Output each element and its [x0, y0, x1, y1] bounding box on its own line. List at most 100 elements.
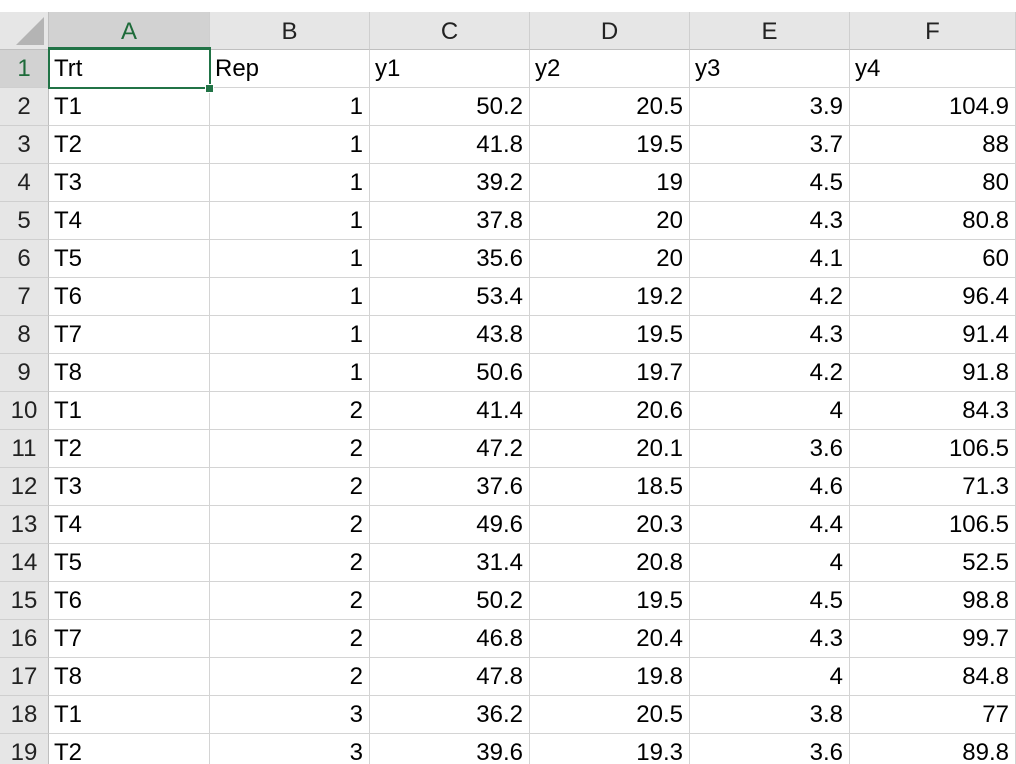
row-header[interactable]: 9 — [0, 354, 49, 392]
cell-e18[interactable]: 3.8 — [690, 696, 850, 734]
cell-d11[interactable]: 20.1 — [530, 430, 690, 468]
row-header[interactable]: 14 — [0, 544, 49, 582]
cell-a15[interactable]: T6 — [49, 582, 210, 620]
cell-c16[interactable]: 46.8 — [370, 620, 530, 658]
cell-b9[interactable]: 1 — [210, 354, 370, 392]
cell-f8[interactable]: 91.4 — [850, 316, 1016, 354]
row-header[interactable]: 7 — [0, 278, 49, 316]
cell-a10[interactable]: T1 — [49, 392, 210, 430]
cell-e8[interactable]: 4.3 — [690, 316, 850, 354]
column-header-d[interactable]: D — [530, 12, 690, 50]
cell-a5[interactable]: T4 — [49, 202, 210, 240]
cell-f3[interactable]: 88 — [850, 126, 1016, 164]
cell-b13[interactable]: 2 — [210, 506, 370, 544]
row-header[interactable]: 8 — [0, 316, 49, 354]
cell-b12[interactable]: 2 — [210, 468, 370, 506]
cell-d8[interactable]: 19.5 — [530, 316, 690, 354]
cell-c8[interactable]: 43.8 — [370, 316, 530, 354]
cell-d16[interactable]: 20.4 — [530, 620, 690, 658]
cell-a9[interactable]: T8 — [49, 354, 210, 392]
cell-e19[interactable]: 3.6 — [690, 734, 850, 764]
cell-e15[interactable]: 4.5 — [690, 582, 850, 620]
cell-c5[interactable]: 37.8 — [370, 202, 530, 240]
cell-e17[interactable]: 4 — [690, 658, 850, 696]
cell-f16[interactable]: 99.7 — [850, 620, 1016, 658]
cell-c14[interactable]: 31.4 — [370, 544, 530, 582]
column-header-e[interactable]: E — [690, 12, 850, 50]
cell-f7[interactable]: 96.4 — [850, 278, 1016, 316]
cell-f10[interactable]: 84.3 — [850, 392, 1016, 430]
cell-b11[interactable]: 2 — [210, 430, 370, 468]
cell-a8[interactable]: T7 — [49, 316, 210, 354]
cell-e13[interactable]: 4.4 — [690, 506, 850, 544]
cell-b5[interactable]: 1 — [210, 202, 370, 240]
cell-c18[interactable]: 36.2 — [370, 696, 530, 734]
cell-a19[interactable]: T2 — [49, 734, 210, 764]
cell-c10[interactable]: 41.4 — [370, 392, 530, 430]
cell-f15[interactable]: 98.8 — [850, 582, 1016, 620]
cell-e10[interactable]: 4 — [690, 392, 850, 430]
column-header-f[interactable]: F — [850, 12, 1016, 50]
cell-a4[interactable]: T3 — [49, 164, 210, 202]
cell-b15[interactable]: 2 — [210, 582, 370, 620]
cell-e3[interactable]: 3.7 — [690, 126, 850, 164]
cell-d3[interactable]: 19.5 — [530, 126, 690, 164]
cell-e16[interactable]: 4.3 — [690, 620, 850, 658]
cell-a7[interactable]: T6 — [49, 278, 210, 316]
cell-e14[interactable]: 4 — [690, 544, 850, 582]
cell-e7[interactable]: 4.2 — [690, 278, 850, 316]
cell-d18[interactable]: 20.5 — [530, 696, 690, 734]
cell-c6[interactable]: 35.6 — [370, 240, 530, 278]
cell-a13[interactable]: T4 — [49, 506, 210, 544]
row-header[interactable]: 4 — [0, 164, 49, 202]
row-header[interactable]: 13 — [0, 506, 49, 544]
cell-b10[interactable]: 2 — [210, 392, 370, 430]
cell-d6[interactable]: 20 — [530, 240, 690, 278]
cell-d4[interactable]: 19 — [530, 164, 690, 202]
cell-c17[interactable]: 47.8 — [370, 658, 530, 696]
cell-f19[interactable]: 89.8 — [850, 734, 1016, 764]
cell-d7[interactable]: 19.2 — [530, 278, 690, 316]
cell-e5[interactable]: 4.3 — [690, 202, 850, 240]
cell-e9[interactable]: 4.2 — [690, 354, 850, 392]
cell-a14[interactable]: T5 — [49, 544, 210, 582]
cell-a16[interactable]: T7 — [49, 620, 210, 658]
cell-b18[interactable]: 3 — [210, 696, 370, 734]
column-header-c[interactable]: C — [370, 12, 530, 50]
cell-b6[interactable]: 1 — [210, 240, 370, 278]
cell-b4[interactable]: 1 — [210, 164, 370, 202]
cell-b8[interactable]: 1 — [210, 316, 370, 354]
cell-b17[interactable]: 2 — [210, 658, 370, 696]
row-header[interactable]: 10 — [0, 392, 49, 430]
cell-c7[interactable]: 53.4 — [370, 278, 530, 316]
cell-f13[interactable]: 106.5 — [850, 506, 1016, 544]
cell-a12[interactable]: T3 — [49, 468, 210, 506]
cell-c19[interactable]: 39.6 — [370, 734, 530, 764]
cell-f17[interactable]: 84.8 — [850, 658, 1016, 696]
cell-b19[interactable]: 3 — [210, 734, 370, 764]
cell-c12[interactable]: 37.6 — [370, 468, 530, 506]
cell-d10[interactable]: 20.6 — [530, 392, 690, 430]
cell-f9[interactable]: 91.8 — [850, 354, 1016, 392]
cell-b7[interactable]: 1 — [210, 278, 370, 316]
cell-a1[interactable]: Trt — [49, 50, 210, 88]
cell-f1[interactable]: y4 — [850, 50, 1016, 88]
cell-f6[interactable]: 60 — [850, 240, 1016, 278]
row-header[interactable]: 1 — [0, 50, 49, 88]
column-header-b[interactable]: B — [210, 12, 370, 50]
cell-c4[interactable]: 39.2 — [370, 164, 530, 202]
cell-f5[interactable]: 80.8 — [850, 202, 1016, 240]
cell-a6[interactable]: T5 — [49, 240, 210, 278]
fill-handle[interactable] — [205, 84, 214, 93]
cell-e6[interactable]: 4.1 — [690, 240, 850, 278]
cell-d9[interactable]: 19.7 — [530, 354, 690, 392]
select-all-button[interactable] — [0, 12, 49, 50]
cell-b2[interactable]: 1 — [210, 88, 370, 126]
cell-f14[interactable]: 52.5 — [850, 544, 1016, 582]
cell-a17[interactable]: T8 — [49, 658, 210, 696]
row-header[interactable]: 5 — [0, 202, 49, 240]
cell-d14[interactable]: 20.8 — [530, 544, 690, 582]
cell-c3[interactable]: 41.8 — [370, 126, 530, 164]
row-header[interactable]: 12 — [0, 468, 49, 506]
cell-d12[interactable]: 18.5 — [530, 468, 690, 506]
